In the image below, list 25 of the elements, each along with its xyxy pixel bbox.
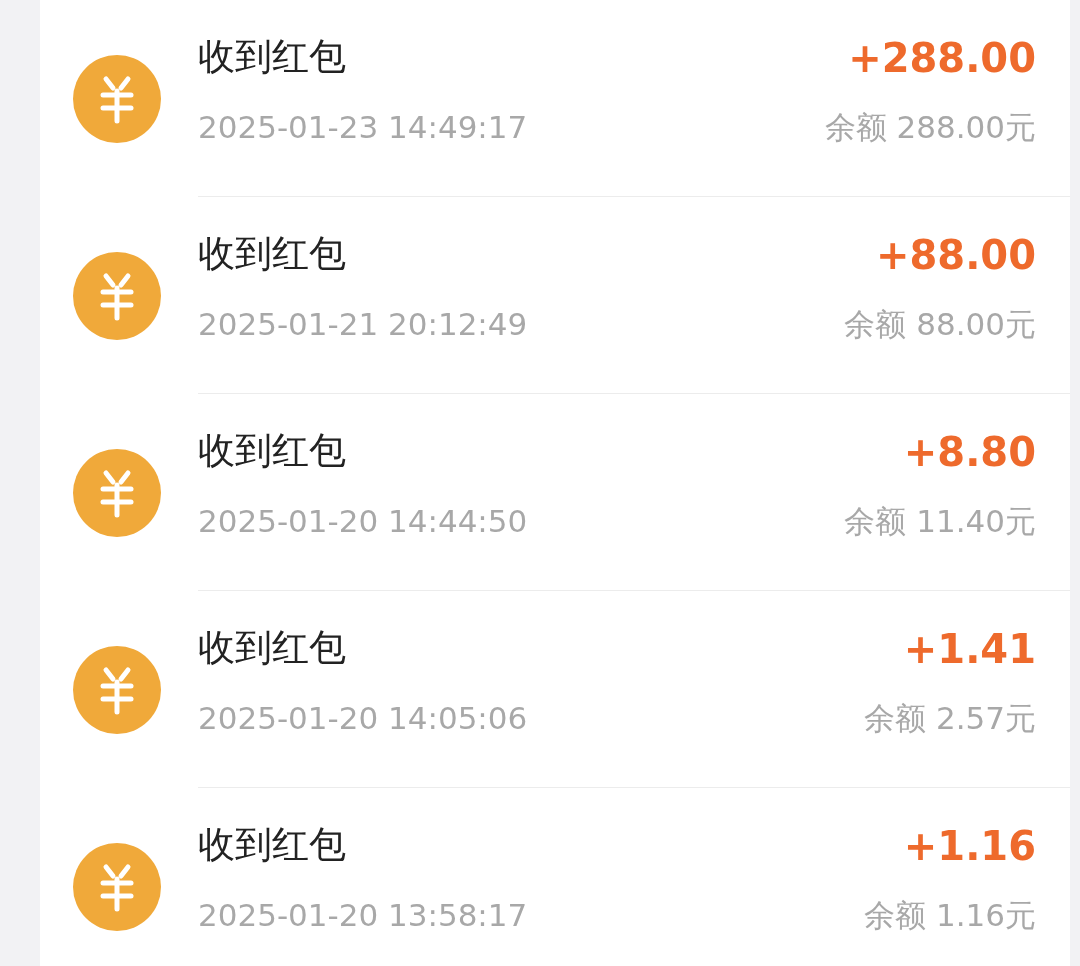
balance-text: 余额 11.40元 (844, 502, 1036, 541)
yen-coin-icon (73, 842, 161, 931)
transaction-title: 收到红包 (198, 34, 347, 80)
transaction-time: 2025-01-20 13:58:17 (198, 896, 529, 935)
balance-text: 余额 288.00元 (824, 108, 1036, 147)
balance-text: 余额 1.16元 (864, 896, 1036, 935)
transaction-amount: +88.00 (875, 231, 1036, 280)
transaction-time: 2025-01-20 14:44:50 (198, 502, 529, 541)
transaction-time: 2025-01-23 14:49:17 (198, 108, 529, 147)
transaction-title: 收到红包 (198, 231, 347, 277)
transaction-title: 收到红包 (198, 625, 347, 671)
transaction-title: 收到红包 (198, 428, 347, 474)
transaction-amount: +288.00 (848, 34, 1036, 83)
yen-coin-icon (73, 54, 161, 143)
transaction-time: 2025-01-21 20:12:49 (198, 305, 529, 344)
transaction-amount: +8.80 (903, 428, 1036, 477)
yen-coin-icon (73, 251, 161, 340)
transaction-time: 2025-01-20 14:05:06 (198, 699, 529, 738)
transaction-amount: +1.16 (903, 822, 1036, 871)
balance-text: 余额 2.57元 (864, 699, 1036, 738)
yen-coin-icon (73, 448, 161, 537)
balance-text: 余额 88.00元 (844, 305, 1036, 344)
transaction-amount: +1.41 (903, 625, 1036, 674)
transaction-title: 收到红包 (198, 822, 347, 868)
yen-coin-icon (73, 645, 161, 734)
